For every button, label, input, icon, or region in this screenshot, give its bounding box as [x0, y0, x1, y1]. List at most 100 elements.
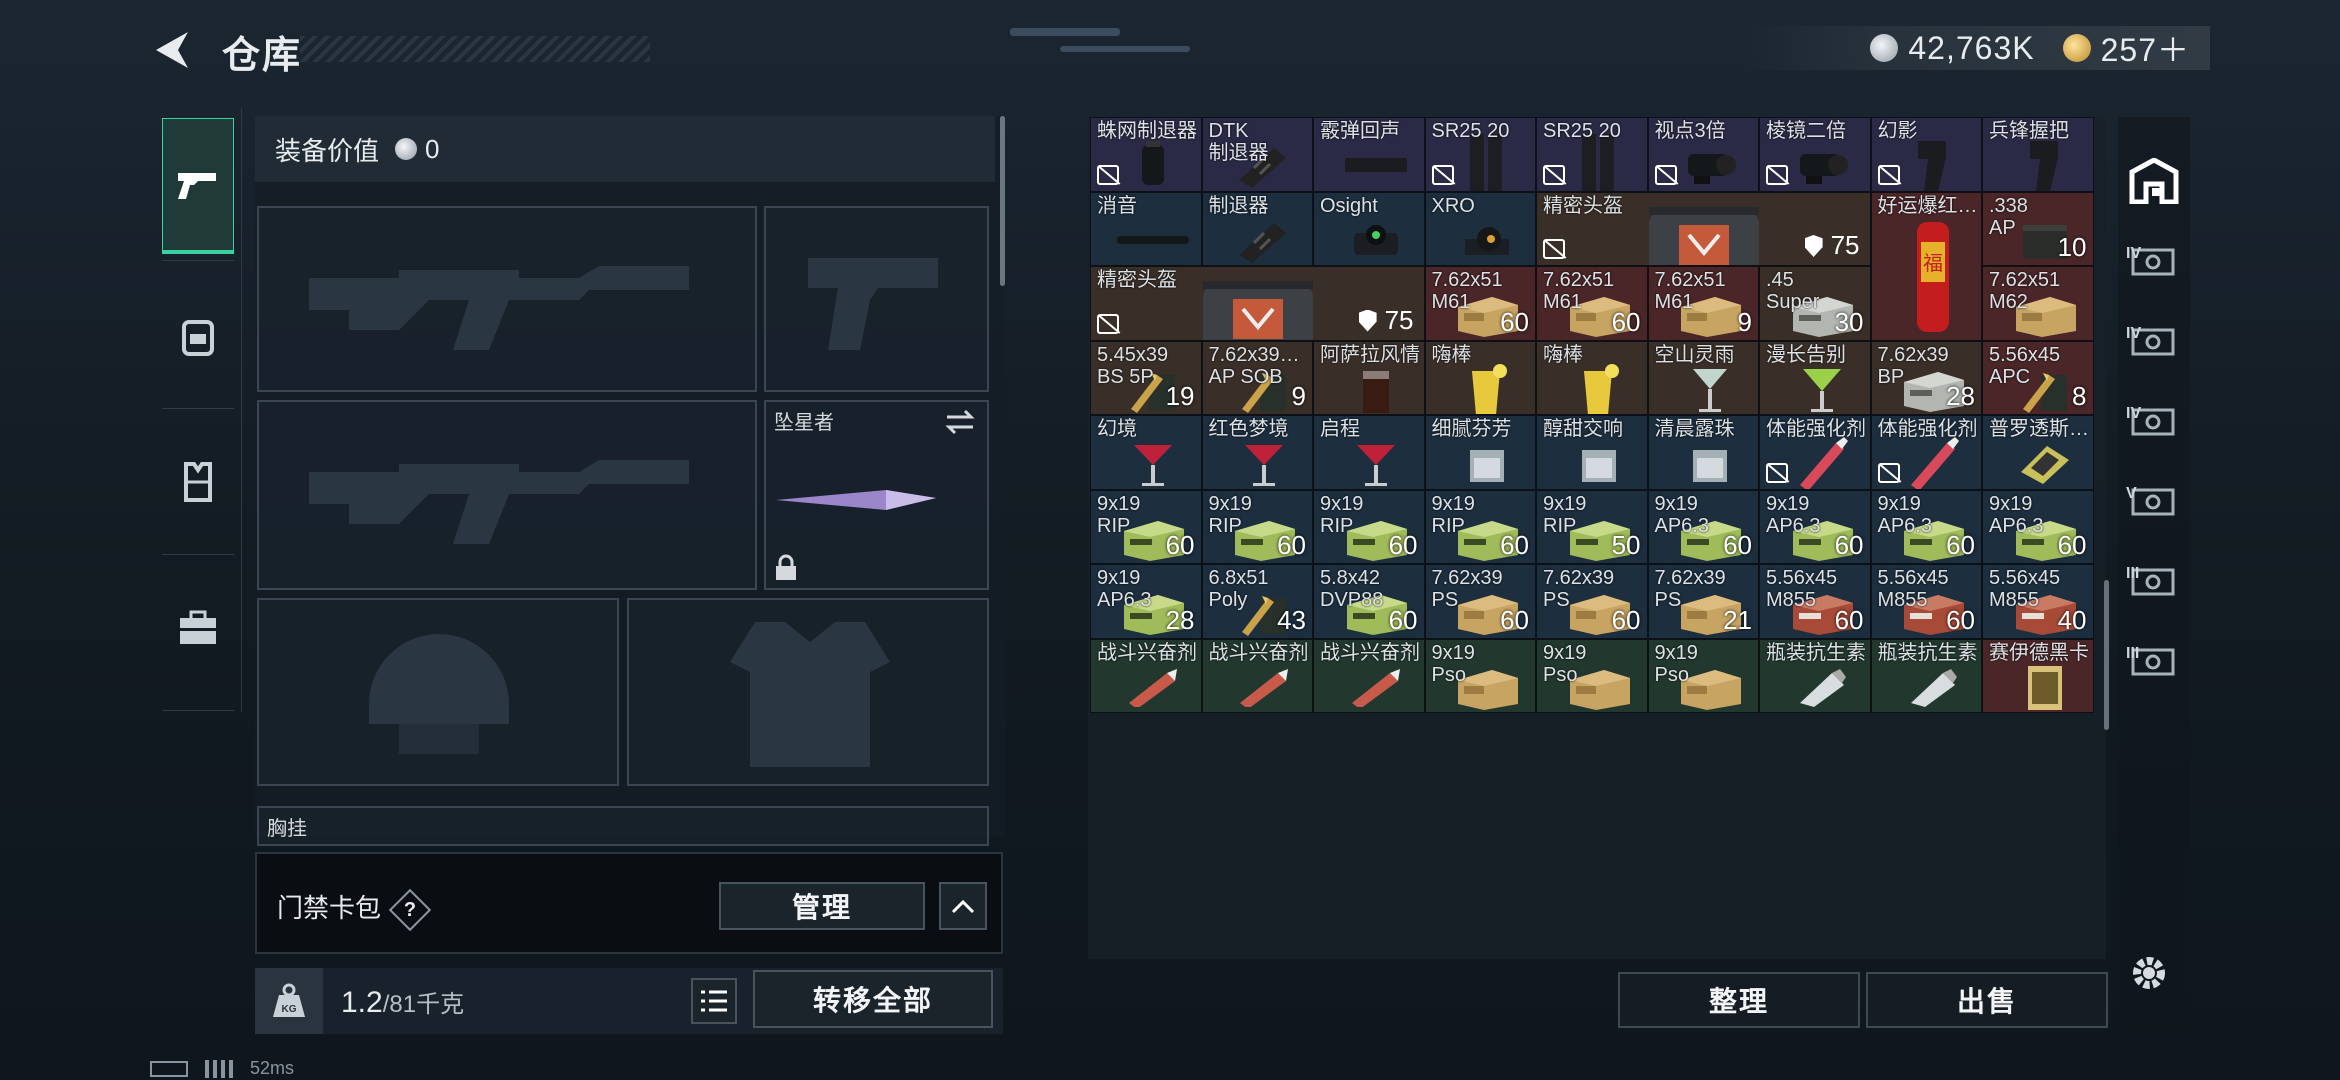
nav-backpack[interactable] [162, 268, 234, 404]
inventory-item[interactable]: 嗨棒 [1424, 340, 1536, 415]
inventory-item[interactable]: 阿萨拉风情 [1313, 340, 1425, 415]
chest-rig-slot[interactable]: 胸挂 [257, 806, 989, 846]
nav-weapons[interactable] [162, 118, 234, 254]
melee-slot[interactable]: 坠星者 [764, 400, 989, 590]
inventory-item[interactable]: SR25 20 [1536, 117, 1648, 192]
collapse-button[interactable] [939, 882, 987, 930]
inventory-item[interactable]: 视点3倍 [1647, 117, 1759, 192]
inventory-item[interactable]: 9x19 RIP 60 [1424, 489, 1536, 564]
inventory-item[interactable]: 9x19 AP6.3 60 [1647, 489, 1759, 564]
inventory-item[interactable]: 醇甜交响 [1536, 415, 1648, 490]
inventory-item[interactable]: 普罗透斯… [1982, 415, 2094, 490]
back-button[interactable] [150, 28, 194, 72]
inventory-item[interactable]: 幻境 [1090, 415, 1202, 490]
inventory-item[interactable]: 5.56x45 M855 60 [1759, 564, 1871, 639]
inventory-item[interactable]: 红色梦境 [1201, 415, 1313, 490]
inventory-item[interactable]: 9x19 Pso [1647, 638, 1759, 713]
inventory-item[interactable]: 幻影 [1870, 117, 1982, 192]
inventory-item[interactable]: 5.56x45 M855 40 [1982, 564, 2094, 639]
inventory-item[interactable]: 7.62x51 M61 60 [1536, 266, 1648, 341]
inventory-item[interactable]: 5.56x45 M855 60 [1870, 564, 1982, 639]
inventory-item[interactable]: 9x19 Pso [1424, 638, 1536, 713]
inventory-item[interactable]: 9x19 AP6.3 28 [1090, 564, 1202, 639]
inventory-item[interactable]: 5.56x45 APC 8 [1982, 340, 2094, 415]
inventory-item[interactable]: 清晨露珠 [1647, 415, 1759, 490]
inventory-item[interactable]: 7.62x39 BP 28 [1870, 340, 1982, 415]
settings-button[interactable] [2126, 950, 2174, 998]
container-slot[interactable]: IV [2118, 383, 2190, 457]
inventory-item[interactable]: DTK 制退器 [1201, 117, 1313, 192]
inventory-item[interactable]: 精密头盔 75 [1090, 266, 1425, 341]
armor-slot[interactable] [627, 598, 989, 786]
inventory-item[interactable]: 空山灵雨 [1647, 340, 1759, 415]
equipment-scrollbar[interactable] [1000, 116, 1005, 286]
swap-icon[interactable] [943, 408, 977, 436]
secondary-weapon-slot[interactable] [257, 400, 757, 590]
inventory-item[interactable]: 7.62x51 M61 60 [1424, 266, 1536, 341]
nav-case[interactable] [162, 560, 234, 696]
inventory-item[interactable]: 嗨棒 [1536, 340, 1648, 415]
transfer-all-button[interactable]: 转移全部 [753, 970, 993, 1028]
primary-weapon-slot[interactable] [257, 206, 757, 392]
inventory-item[interactable]: 蛛网制退器 [1090, 117, 1202, 192]
sort-button[interactable]: 整理 [1618, 972, 1860, 1028]
inventory-item[interactable]: 霰弹回声 [1313, 117, 1425, 192]
inventory-item[interactable]: 7.62x39… AP SOB 9 [1201, 340, 1313, 415]
inventory-item[interactable]: 9x19 RIP 60 [1201, 489, 1313, 564]
container-slot[interactable]: III [2118, 543, 2190, 617]
inventory-item[interactable]: 5.45x39 BS 5P 19 [1090, 340, 1202, 415]
inventory-item[interactable]: 精密头盔 75 [1536, 191, 1871, 266]
inventory-item[interactable]: 7.62x39 PS 21 [1647, 564, 1759, 639]
inventory-item[interactable]: 赛伊德黑卡 [1982, 638, 2094, 713]
help-icon[interactable]: ? [388, 888, 432, 932]
helmet-slot[interactable] [257, 598, 619, 786]
inventory-item[interactable]: SR25 20 [1424, 117, 1536, 192]
inventory-item[interactable]: 9x19 RIP 50 [1536, 489, 1648, 564]
inventory-item[interactable]: 战斗兴奋剂 [1201, 638, 1313, 713]
inventory-item[interactable]: 制退器 [1201, 191, 1313, 266]
inventory-item[interactable]: 战斗兴奋剂 [1313, 638, 1425, 713]
inventory-item[interactable]: 6.8x51 Poly 43 [1201, 564, 1313, 639]
container-slot[interactable]: III [2118, 623, 2190, 697]
inventory-item[interactable]: 5.8x42 DVP88 60 [1313, 564, 1425, 639]
inventory-scrollbar[interactable] [2104, 580, 2109, 730]
inventory-item[interactable]: 9x19 AP6.3 60 [1870, 489, 1982, 564]
inventory-item[interactable]: 漫长告别 [1759, 340, 1871, 415]
inventory-item[interactable]: 体能强化剂 [1870, 415, 1982, 490]
list-view-button[interactable] [691, 978, 737, 1024]
container-slot[interactable]: IV [2118, 303, 2190, 377]
inventory-item[interactable]: 7.62x51 M62 [1982, 266, 2094, 341]
inventory-item[interactable]: 消音 [1090, 191, 1202, 266]
inventory-item[interactable]: 9x19 RIP 60 [1313, 489, 1425, 564]
container-slot[interactable]: IV [2118, 223, 2190, 297]
container-slot[interactable]: V [2118, 463, 2190, 537]
inventory-item[interactable]: 细腻芬芳 [1424, 415, 1536, 490]
inventory-item[interactable]: 瓶装抗生素 [1870, 638, 1982, 713]
inventory-item[interactable]: 体能强化剂 [1759, 415, 1871, 490]
signal-icon [205, 1060, 236, 1079]
inventory-item[interactable]: 7.62x39 PS 60 [1536, 564, 1648, 639]
manage-button[interactable]: 管理 [719, 882, 925, 930]
pistol-slot[interactable] [764, 206, 989, 392]
inventory-item[interactable]: 9x19 Pso [1536, 638, 1648, 713]
warehouse-tab[interactable] [2118, 131, 2190, 231]
inventory-item[interactable]: 兵锋握把 [1982, 117, 2094, 192]
inventory-item[interactable]: Osight [1313, 191, 1425, 266]
inventory-item[interactable]: 9x19 AP6.3 60 [1982, 489, 2094, 564]
inventory-item[interactable]: .338 AP 10 [1982, 191, 2094, 266]
gold-balance[interactable]: 257＋ [2101, 25, 2190, 71]
inventory-item[interactable]: 7.62x51 M61 9 [1647, 266, 1759, 341]
inventory-item[interactable]: .45 Super 30 [1759, 266, 1871, 341]
unsellable-icon [1431, 164, 1454, 185]
inventory-item[interactable]: 9x19 AP6.3 60 [1759, 489, 1871, 564]
inventory-item[interactable]: 7.62x39 PS 60 [1424, 564, 1536, 639]
inventory-item[interactable]: 瓶装抗生素 [1759, 638, 1871, 713]
inventory-item[interactable]: XRO [1424, 191, 1536, 266]
sell-button[interactable]: 出售 [1866, 972, 2108, 1028]
nav-vest[interactable] [162, 414, 234, 550]
inventory-item[interactable]: 战斗兴奋剂 [1090, 638, 1202, 713]
inventory-item[interactable]: 福 好运爆红… [1870, 191, 1982, 341]
inventory-item[interactable]: 启程 [1313, 415, 1425, 490]
inventory-item[interactable]: 棱镜二倍 [1759, 117, 1871, 192]
inventory-item[interactable]: 9x19 RIP 60 [1090, 489, 1202, 564]
